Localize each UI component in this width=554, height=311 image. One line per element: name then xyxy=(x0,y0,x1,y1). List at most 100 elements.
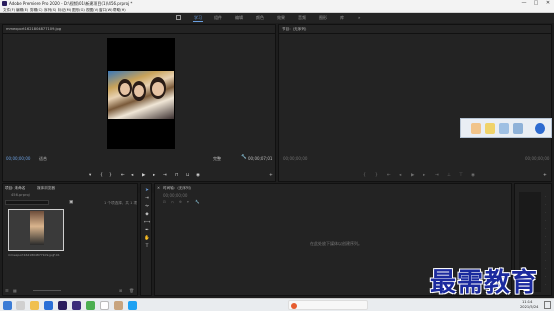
workspace-graphics[interactable]: 图形 xyxy=(319,15,327,21)
workspace-libraries[interactable]: 库 xyxy=(340,15,344,21)
trash-icon[interactable]: 🗑 xyxy=(129,288,134,293)
home-icon[interactable] xyxy=(176,15,181,20)
file-explorer-icon[interactable] xyxy=(30,301,39,310)
source-timecode-in[interactable]: 00;00;00;00 xyxy=(6,156,30,161)
notification-icon[interactable] xyxy=(544,301,551,309)
list-view-icon[interactable]: ☰ xyxy=(5,288,9,293)
taskbar-date: 2021/5/24 xyxy=(520,305,539,309)
new-bin-icon[interactable]: ▣ xyxy=(69,200,73,205)
edge-icon[interactable] xyxy=(44,301,53,310)
close-icon[interactable]: ✕ xyxy=(157,186,160,190)
zoom-icon[interactable] xyxy=(513,123,523,134)
hand-tool-icon[interactable]: ✋ xyxy=(144,236,150,242)
nest-toggle-icon[interactable]: ⊡ xyxy=(163,200,166,204)
button-editor-icon[interactable]: + xyxy=(269,173,273,178)
search-icon[interactable] xyxy=(16,301,25,310)
taskbar-time: 11:14 xyxy=(522,300,533,304)
tab-divider xyxy=(3,33,275,34)
export-frame-icon[interactable]: ◉ xyxy=(196,173,200,178)
clip-thumbnail[interactable] xyxy=(8,209,64,251)
mark-out-icon[interactable]: } xyxy=(375,173,378,178)
timeline-tab[interactable]: 时间轴：(无序列) xyxy=(163,186,191,191)
program-transport-controls: { } ⇤ ◂ ▶ ▸ ⇥ ⊥ ⊤ ◉ + xyxy=(279,171,551,181)
export-frame-icon[interactable]: ◉ xyxy=(471,173,475,178)
go-to-out-icon[interactable]: ⇥ xyxy=(435,173,439,178)
person-face xyxy=(120,83,130,95)
linked-selection-icon[interactable]: ⊕ xyxy=(179,200,182,204)
razor-tool-icon[interactable]: ◆ xyxy=(144,212,150,218)
wrench-icon[interactable]: 🔧 xyxy=(241,155,247,160)
mark-out-icon[interactable]: } xyxy=(109,173,112,178)
photos-taskbar-icon[interactable] xyxy=(114,301,123,310)
go-to-in-icon[interactable]: ⇤ xyxy=(121,173,125,178)
chrome-taskbar-icon[interactable] xyxy=(86,301,95,310)
search-input[interactable] xyxy=(5,200,49,205)
start-icon[interactable] xyxy=(3,301,12,310)
source-monitor: mmexport1621804877109.jpg 00;00;00;00 适合… xyxy=(2,24,276,193)
program-monitor: 节目：(无序列) 00;00;00;00 00;00;00;00 { } ⇤ ◂… xyxy=(278,24,552,182)
zoom-slider[interactable] xyxy=(33,290,61,291)
project-tab[interactable]: 项目: 未命名 xyxy=(5,186,25,191)
source-quality-select[interactable]: 完整 xyxy=(213,156,221,162)
source-tab[interactable]: mmexport1621804877109.jpg xyxy=(6,27,61,31)
program-timecode-out: 00;00;00;00 xyxy=(525,156,550,161)
notepad-taskbar-icon[interactable] xyxy=(100,301,109,310)
premiere-taskbar-icon[interactable] xyxy=(58,301,67,310)
maximize-button[interactable]: □ xyxy=(530,0,542,7)
source-video-frame xyxy=(107,38,175,149)
extract-icon[interactable]: ⊤ xyxy=(459,173,463,178)
icon-view-icon[interactable]: ▦ xyxy=(13,288,17,293)
play-icon[interactable]: ▶ xyxy=(142,173,145,178)
help-icon[interactable] xyxy=(535,123,545,134)
workspace-assembly[interactable]: 组件 xyxy=(214,15,222,21)
app-taskbar-icon[interactable] xyxy=(128,301,137,310)
pen-tool-icon[interactable]: ✒ xyxy=(144,228,150,234)
timeline-options: ⊡ ∩ ⊕ ▾ 🔧 xyxy=(155,200,205,206)
button-editor-icon[interactable]: + xyxy=(543,173,547,178)
step-forward-icon[interactable]: ▸ xyxy=(423,173,425,178)
person-face xyxy=(134,85,144,97)
after-effects-taskbar-icon[interactable] xyxy=(72,301,81,310)
active-workspace-indicator xyxy=(193,21,203,22)
overwrite-icon[interactable]: ⊔ xyxy=(186,173,190,178)
program-timecode-in[interactable]: 00;00;00;00 xyxy=(283,156,307,161)
workspace-editing[interactable]: 编辑 xyxy=(235,15,243,21)
slip-tool-icon[interactable]: ⟷ xyxy=(144,220,150,226)
settings-wrench-icon[interactable]: 🔧 xyxy=(195,200,199,204)
workspace-effects[interactable]: 效果 xyxy=(277,15,285,21)
source-zoom-select[interactable]: 适合 xyxy=(39,156,47,162)
input-method-bar[interactable] xyxy=(288,300,368,310)
type-tool-icon[interactable]: T xyxy=(144,244,150,250)
timeline-timecode[interactable]: 00;00;00;00 xyxy=(163,193,187,198)
hand-icon[interactable] xyxy=(471,123,481,134)
new-item-icon[interactable]: ⊞ xyxy=(119,288,122,293)
snap-icon[interactable]: ∩ xyxy=(171,200,174,204)
add-marker-icon[interactable]: ▾ xyxy=(89,173,91,178)
ripple-edit-tool-icon[interactable]: ⟛ xyxy=(144,204,150,210)
mark-in-icon[interactable]: { xyxy=(100,173,103,178)
tools-panel: ➤ ⇥ ⟛ ◆ ⟷ ✒ ✋ T xyxy=(140,183,152,296)
go-to-out-icon[interactable]: ⇥ xyxy=(163,173,167,178)
play-icon[interactable]: ▶ xyxy=(411,173,414,178)
media-browser-tab[interactable]: 媒体浏览器 xyxy=(37,186,55,191)
go-to-in-icon[interactable]: ⇤ xyxy=(387,173,391,178)
chat-icon[interactable] xyxy=(485,123,495,134)
add-marker-icon[interactable]: ▾ xyxy=(187,200,189,204)
workspace-audio[interactable]: 音频 xyxy=(298,15,306,21)
mark-in-icon[interactable]: { xyxy=(363,173,366,178)
minimize-button[interactable]: — xyxy=(518,0,530,7)
step-forward-icon[interactable]: ▸ xyxy=(153,173,155,178)
step-back-icon[interactable]: ◂ xyxy=(399,173,401,178)
image-icon[interactable] xyxy=(499,123,509,134)
workspace-color[interactable]: 颜色 xyxy=(256,15,264,21)
insert-icon[interactable]: ⊓ xyxy=(175,173,179,178)
thumbnail-image xyxy=(30,211,44,245)
selection-tool-icon[interactable]: ➤ xyxy=(144,188,150,194)
workspace-overflow[interactable]: » xyxy=(358,15,360,20)
source-timecode-out: 00;00;07;01 xyxy=(248,156,273,161)
track-select-tool-icon[interactable]: ⇥ xyxy=(144,196,150,202)
step-back-icon[interactable]: ◂ xyxy=(131,173,133,178)
program-tab[interactable]: 节目：(无序列) xyxy=(282,27,306,32)
close-button[interactable]: ✕ xyxy=(542,0,554,7)
lift-icon[interactable]: ⊥ xyxy=(447,173,451,178)
